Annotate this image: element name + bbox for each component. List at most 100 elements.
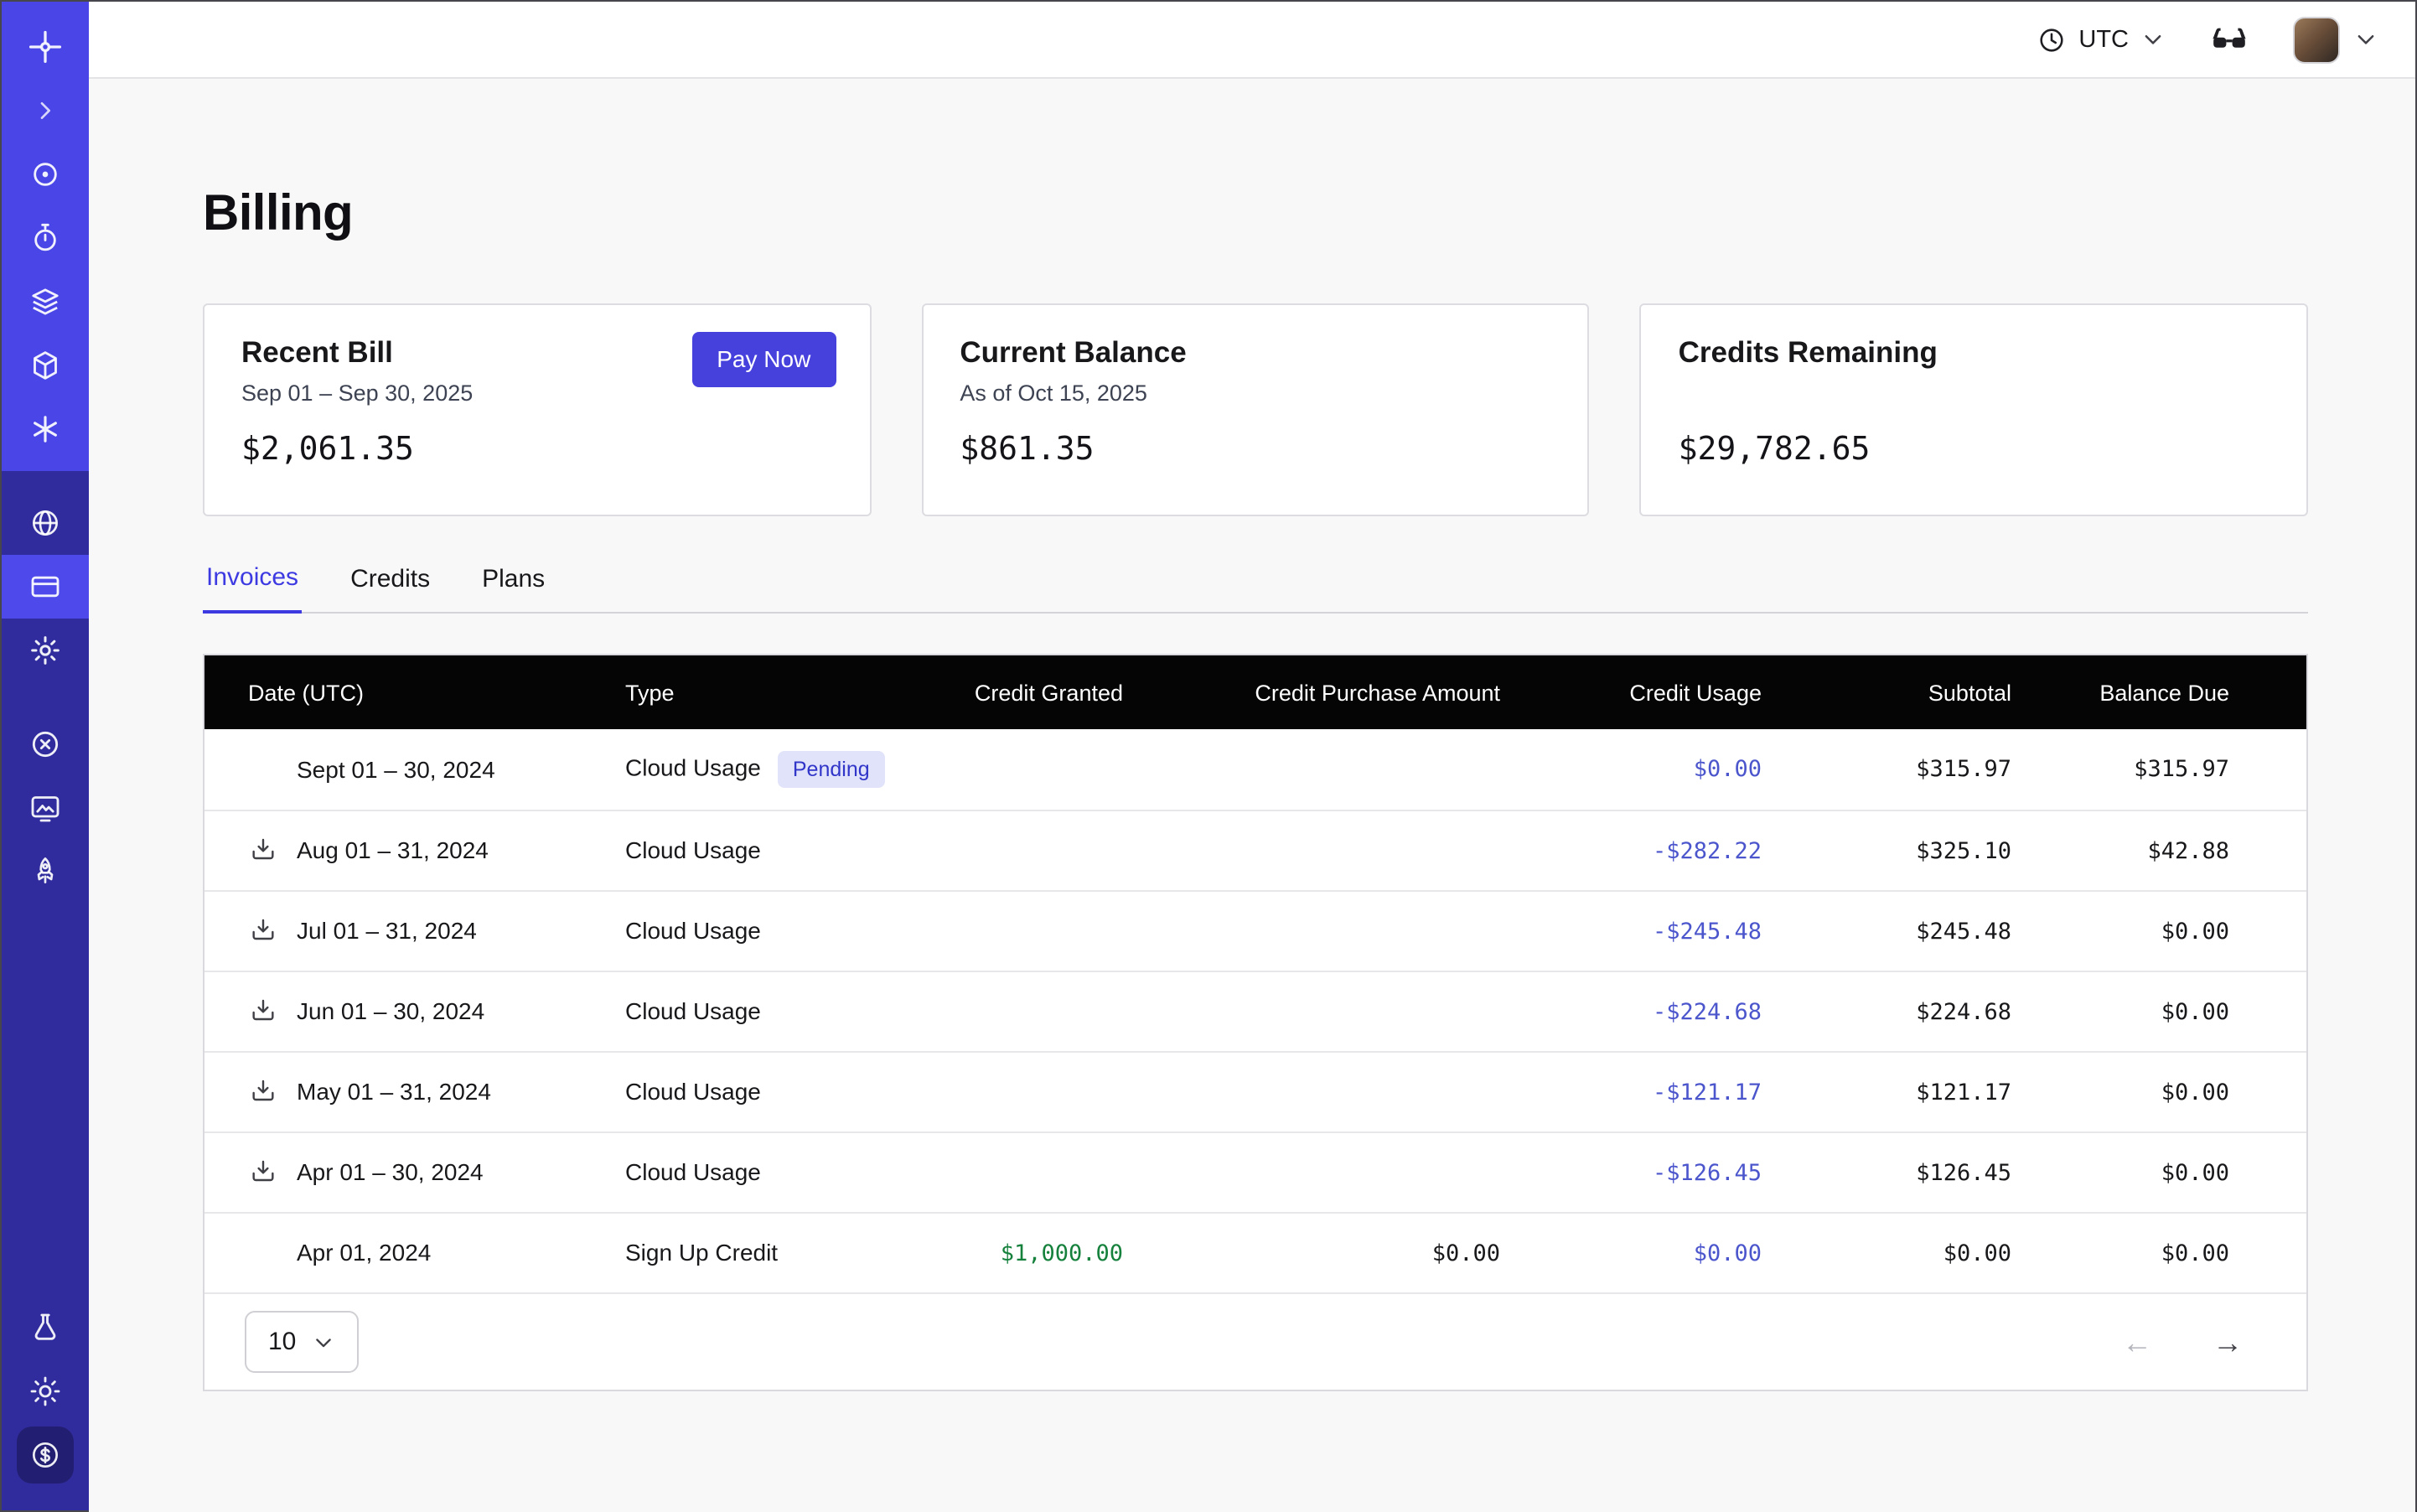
sun-icon[interactable] xyxy=(2,1359,89,1423)
pay-now-button[interactable]: Pay Now xyxy=(691,332,836,387)
column-header: Credit Usage xyxy=(1502,655,1763,729)
credit-purchase-amount: $0.00 xyxy=(1432,1240,1500,1267)
download-invoice-icon[interactable] xyxy=(250,836,277,863)
billing-tabs: Invoices Credits Plans xyxy=(203,563,2308,614)
layers-icon[interactable] xyxy=(2,270,89,334)
sidebar-top-section xyxy=(2,2,89,471)
card-amount: $861.35 xyxy=(960,431,1550,468)
download-invoice-icon[interactable] xyxy=(250,1158,277,1185)
summary-cards: Recent Bill Sep 01 – Sep 30, 2025 $2,061… xyxy=(203,303,2308,516)
subtotal: $245.48 xyxy=(1916,918,2011,945)
subtotal: $121.17 xyxy=(1916,1079,2011,1106)
tab-plans[interactable]: Plans xyxy=(479,563,548,612)
download-invoice-icon[interactable] xyxy=(250,997,277,1024)
billing-page: UTC Billing Recent Bill Sep 01 – Sep 30,… xyxy=(0,0,2417,1512)
target-icon[interactable] xyxy=(2,142,89,206)
table-row: Jun 01 – 30, 2024 Cloud Usage -$224.68 $… xyxy=(204,971,2306,1051)
balance-due: $0.00 xyxy=(2161,1159,2229,1186)
column-header: Subtotal xyxy=(1763,655,2013,729)
account-menu[interactable] xyxy=(2293,16,2378,63)
chevron-down-icon xyxy=(311,1330,334,1354)
column-header: Credit Purchase Amount xyxy=(1125,655,1502,729)
card-subtitle: As of Oct 15, 2025 xyxy=(960,381,1550,411)
tab-credits[interactable]: Credits xyxy=(347,563,433,612)
card-amount: $2,061.35 xyxy=(241,431,832,468)
chevron-down-icon xyxy=(2140,27,2166,52)
table-row: May 01 – 31, 2024 Cloud Usage -$121.17 $… xyxy=(204,1051,2306,1131)
page-title: Billing xyxy=(203,186,2308,243)
invoice-type: Cloud Usage xyxy=(625,1078,761,1105)
subtotal: $325.10 xyxy=(1916,837,2011,864)
tab-invoices[interactable]: Invoices xyxy=(203,563,302,614)
table-row: Jul 01 – 31, 2024 Cloud Usage -$245.48 $… xyxy=(204,890,2306,971)
credit-usage: -$245.48 xyxy=(1653,918,1762,945)
main-content: Billing Recent Bill Sep 01 – Sep 30, 202… xyxy=(89,186,2415,1512)
cube-icon[interactable] xyxy=(2,334,89,397)
credit-usage: -$121.17 xyxy=(1653,1079,1762,1106)
card-subtitle xyxy=(1679,381,2269,411)
chevron-down-icon xyxy=(2353,27,2378,52)
page-size-value: 10 xyxy=(268,1328,296,1356)
balance-due: $0.00 xyxy=(2161,998,2229,1025)
glasses-icon[interactable] xyxy=(2209,19,2249,60)
table-header: Date (UTC) Type Credit Granted Credit Pu… xyxy=(204,655,2306,729)
page-size-select[interactable]: 10 xyxy=(245,1311,358,1373)
credit-usage: $0.00 xyxy=(1694,757,1762,784)
current-balance-card: Current Balance As of Oct 15, 2025 $861.… xyxy=(921,303,1589,516)
download-invoice-icon[interactable] xyxy=(250,917,277,944)
chevron-right-icon[interactable] xyxy=(2,79,89,142)
timezone-label: UTC xyxy=(2078,26,2129,53)
invoice-type: Cloud Usage xyxy=(625,1158,761,1185)
balance-due: $0.00 xyxy=(2161,1079,2229,1106)
subtotal: $315.97 xyxy=(1916,757,2011,784)
sidebar xyxy=(2,2,89,1510)
invoice-date: Jul 01 – 31, 2024 xyxy=(297,917,477,944)
timezone-selector[interactable]: UTC xyxy=(2037,24,2166,54)
invoice-date: Apr 01 – 30, 2024 xyxy=(297,1158,484,1185)
avatar xyxy=(2293,16,2340,63)
status-badge: Pending xyxy=(778,751,885,788)
table-row: Aug 01 – 31, 2024 Cloud Usage -$282.22 $… xyxy=(204,810,2306,890)
invoice-date: May 01 – 31, 2024 xyxy=(297,1078,491,1105)
invoice-date: Apr 01, 2024 xyxy=(297,1240,431,1266)
table-footer: 10 ← → xyxy=(204,1292,2306,1390)
credit-usage: $0.00 xyxy=(1694,1240,1762,1267)
table-row: Sept 01 – 30, 2024 Cloud Usage Pending $0… xyxy=(204,729,2306,810)
invoice-type: Cloud Usage xyxy=(625,753,761,780)
billing-credit-card-icon[interactable] xyxy=(2,555,89,619)
credit-usage: -$224.68 xyxy=(1653,998,1762,1025)
invoice-type: Sign Up Credit xyxy=(625,1240,778,1266)
sidebar-bottom-section xyxy=(2,471,89,1510)
dollar-circle-icon[interactable] xyxy=(2,1423,89,1487)
circle-x-icon[interactable] xyxy=(2,712,89,776)
subtotal: $224.68 xyxy=(1916,998,2011,1025)
invoice-date: Aug 01 – 31, 2024 xyxy=(297,836,489,863)
column-header: Type xyxy=(624,655,892,729)
compass-logo-icon[interactable] xyxy=(2,15,89,79)
download-invoice-icon[interactable] xyxy=(250,1078,277,1105)
recent-bill-card: Recent Bill Sep 01 – Sep 30, 2025 $2,061… xyxy=(203,303,871,516)
globe-icon[interactable] xyxy=(2,491,89,555)
invoice-date: Sept 01 – 30, 2024 xyxy=(297,756,495,783)
monitor-icon[interactable] xyxy=(2,776,89,840)
clock-icon xyxy=(2037,24,2067,54)
rocket-icon[interactable] xyxy=(2,840,89,904)
next-page-button[interactable]: → xyxy=(2213,1327,2243,1357)
column-header: Credit Granted xyxy=(892,655,1125,729)
invoice-type: Cloud Usage xyxy=(625,997,761,1024)
table-row: Apr 01 – 30, 2024 Cloud Usage -$126.45 $… xyxy=(204,1131,2306,1212)
timer-icon[interactable] xyxy=(2,206,89,270)
gear-icon[interactable] xyxy=(2,619,89,682)
flask-icon[interactable] xyxy=(2,1296,89,1359)
credit-usage: -$126.45 xyxy=(1653,1159,1762,1186)
credit-granted: $1,000.00 xyxy=(1001,1240,1123,1267)
card-title: Current Balance xyxy=(960,335,1550,370)
column-header: Balance Due xyxy=(2013,655,2306,729)
balance-due: $0.00 xyxy=(2161,918,2229,945)
credit-usage: -$282.22 xyxy=(1653,837,1762,864)
balance-due: $42.88 xyxy=(2147,837,2229,864)
asterisk-icon[interactable] xyxy=(2,397,89,461)
prev-page-button[interactable]: ← xyxy=(2122,1327,2152,1357)
table-row: Apr 01, 2024 Sign Up Credit $1,000.00 $0… xyxy=(204,1212,2306,1292)
balance-due: $315.97 xyxy=(2134,757,2229,784)
